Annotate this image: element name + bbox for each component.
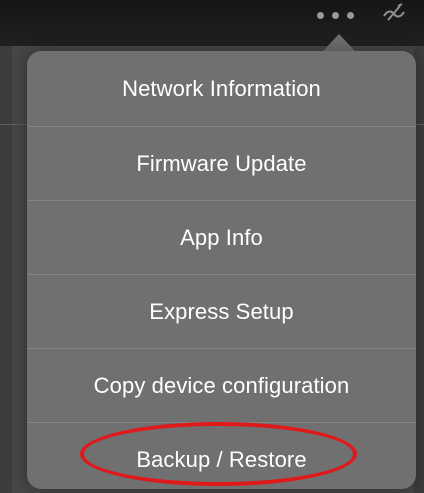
more-dots-icon <box>331 11 339 19</box>
screen: Network Information Firmware Update App … <box>0 0 424 493</box>
more-options-button[interactable] <box>308 5 362 25</box>
top-bar <box>0 0 424 46</box>
menu-item-firmware-update[interactable]: Firmware Update <box>27 127 416 201</box>
background-panel <box>0 46 12 493</box>
more-dots-icon <box>346 11 354 19</box>
signal-off-icon <box>383 3 405 21</box>
menu-item-network-information[interactable]: Network Information <box>27 51 416 127</box>
menu-item-backup-restore[interactable]: Backup / Restore <box>27 423 416 489</box>
popover-arrow <box>322 34 356 52</box>
options-menu-popover: Network Information Firmware Update App … <box>27 51 416 489</box>
menu-item-app-info[interactable]: App Info <box>27 201 416 275</box>
menu-item-copy-device-configuration[interactable]: Copy device configuration <box>27 349 416 423</box>
more-dots-icon <box>316 11 324 19</box>
menu-item-express-setup[interactable]: Express Setup <box>27 275 416 349</box>
